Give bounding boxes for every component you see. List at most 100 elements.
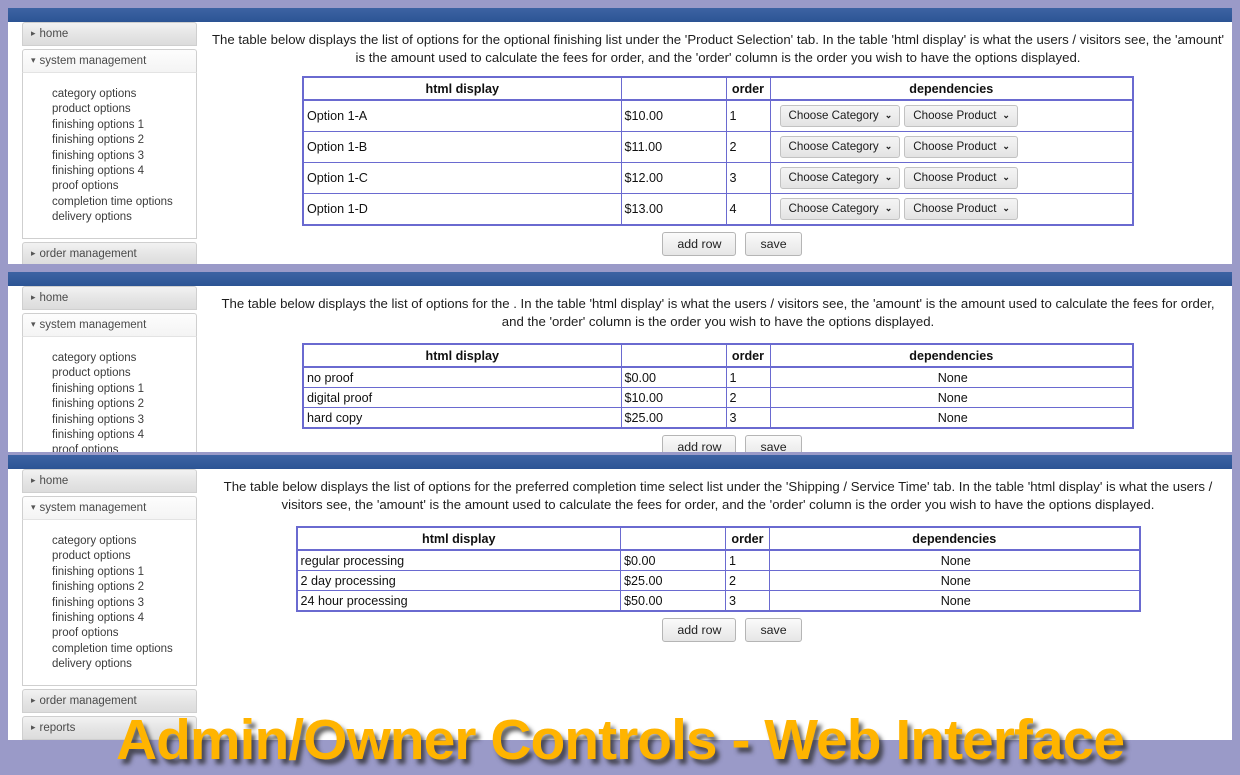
cell-amount[interactable]: $50.00	[620, 590, 726, 612]
col-order: order	[725, 343, 771, 368]
cell-html-display[interactable]: digital proof	[302, 387, 622, 408]
cell-html-display[interactable]: 2 day processing	[296, 570, 621, 591]
sidebar-subitem-proof-options[interactable]: proof options	[23, 443, 196, 452]
sidebar-subitem-finishing-options-4[interactable]: finishing options 4	[23, 428, 196, 443]
sidebar-subitem-finishing-options-4[interactable]: finishing options 4	[23, 164, 196, 179]
cell-order[interactable]: 2	[725, 131, 771, 163]
sidebar-subitem-finishing-options-4[interactable]: finishing options 4	[23, 611, 196, 626]
cell-amount[interactable]: $10.00	[620, 99, 727, 132]
sidebar-subitem-finishing-options-3[interactable]: finishing options 3	[23, 413, 196, 428]
cell-order[interactable]: 3	[725, 162, 771, 194]
sidebar-submenu-2: category options product options finishi…	[22, 336, 197, 452]
chevron-right-icon: ▸	[31, 28, 36, 38]
sidebar-subitem-finishing-options-3[interactable]: finishing options 3	[23, 596, 196, 611]
choose-product-dropdown[interactable]: Choose Product ⌄	[904, 105, 1018, 127]
content-1: The table below displays the list of opt…	[204, 22, 1232, 256]
panel-body-1: ▸ home ▾ system management category option…	[8, 22, 1232, 264]
sidebar-item-home[interactable]: ▸ home	[22, 286, 197, 310]
table-row: 2 day processing $25.00 2 None	[296, 570, 1140, 591]
sidebar-subitem-finishing-options-2[interactable]: finishing options 2	[23, 580, 196, 595]
choose-product-dropdown[interactable]: Choose Product ⌄	[904, 198, 1018, 220]
sidebar-item-order-management[interactable]: ▸ order management	[22, 688, 197, 713]
cell-amount[interactable]: $25.00	[620, 407, 727, 429]
save-button[interactable]: save	[745, 435, 802, 452]
choose-product-dropdown[interactable]: Choose Product ⌄	[904, 167, 1018, 189]
cell-html-display[interactable]: no proof	[302, 366, 622, 388]
cell-html-display[interactable]: Option 1-A	[302, 99, 622, 132]
sidebar-subitem-category-options[interactable]: category options	[23, 87, 196, 102]
cell-order[interactable]: 1	[725, 99, 771, 132]
chevron-down-icon: ⌄	[1002, 203, 1010, 213]
cell-order[interactable]: 3	[725, 590, 770, 612]
cell-html-display[interactable]: Option 1-D	[302, 193, 622, 226]
cell-html-display[interactable]: regular processing	[296, 549, 621, 571]
cell-amount[interactable]: $13.00	[620, 193, 727, 226]
choose-product-label: Choose Product	[913, 171, 997, 184]
cell-html-display[interactable]: hard copy	[302, 407, 622, 429]
sidebar-subitem-proof-options[interactable]: proof options	[23, 626, 196, 641]
sidebar-item-home[interactable]: ▸ home	[22, 469, 197, 493]
add-row-button[interactable]: add row	[662, 435, 737, 452]
choose-category-dropdown[interactable]: Choose Category ⌄	[779, 198, 901, 220]
cell-dependencies: None	[769, 366, 1134, 388]
cell-order[interactable]: 1	[725, 366, 771, 388]
cell-html-display[interactable]: 24 hour processing	[296, 590, 621, 612]
cell-amount[interactable]: $11.00	[620, 131, 727, 163]
sidebar-subitem-finishing-options-1[interactable]: finishing options 1	[23, 118, 196, 133]
cell-amount[interactable]: $12.00	[620, 162, 727, 194]
sidebar-item-order-management[interactable]: ▸ order management	[22, 241, 197, 264]
col-html-display: html display	[302, 343, 622, 368]
sidebar-subitem-category-options[interactable]: category options	[23, 351, 196, 366]
sidebar-subitem-delivery-options[interactable]: delivery options	[23, 657, 196, 672]
choose-category-dropdown[interactable]: Choose Category ⌄	[779, 136, 901, 158]
cell-amount[interactable]: $10.00	[620, 387, 727, 408]
cell-html-display[interactable]: Option 1-C	[302, 162, 622, 194]
sidebar-subitem-product-options[interactable]: product options	[23, 549, 196, 564]
sidebar-subitem-completion-time-options[interactable]: completion time options	[23, 195, 196, 210]
table-row: digital proof $10.00 2 None	[302, 387, 1134, 408]
save-button[interactable]: save	[745, 232, 802, 256]
panel-proof-options: ▸ home ▾ system management category option…	[8, 272, 1232, 452]
sidebar-subitem-finishing-options-2[interactable]: finishing options 2	[23, 397, 196, 412]
col-amount	[620, 343, 727, 368]
cell-amount[interactable]: $0.00	[620, 549, 726, 571]
cell-amount[interactable]: $25.00	[620, 570, 726, 591]
sidebar-subitem-finishing-options-1[interactable]: finishing options 1	[23, 382, 196, 397]
sidebar-item-system-management[interactable]: ▾ system management	[22, 49, 197, 72]
cell-order[interactable]: 1	[725, 549, 770, 571]
sidebar-subitem-finishing-options-2[interactable]: finishing options 2	[23, 133, 196, 148]
table-row: Option 1-C $12.00 3 Choose Category ⌄ Cho…	[302, 162, 1134, 194]
cell-order[interactable]: 4	[725, 193, 771, 226]
add-row-button[interactable]: add row	[662, 232, 737, 256]
cell-html-display[interactable]: Option 1-B	[302, 131, 622, 163]
sidebar-item-system-management[interactable]: ▾ system management	[22, 496, 197, 519]
choose-category-dropdown[interactable]: Choose Category ⌄	[779, 167, 901, 189]
cell-order[interactable]: 2	[725, 570, 770, 591]
sidebar-subitem-category-options[interactable]: category options	[23, 534, 196, 549]
sidebar-subitem-completion-time-options[interactable]: completion time options	[23, 642, 196, 657]
choose-category-dropdown[interactable]: Choose Category ⌄	[779, 105, 901, 127]
sidebar-subitem-product-options[interactable]: product options	[23, 102, 196, 117]
sidebar-item-system-management-label: system management	[39, 502, 147, 514]
add-row-button[interactable]: add row	[662, 618, 737, 642]
choose-category-label: Choose Category	[788, 202, 879, 215]
choose-product-dropdown[interactable]: Choose Product ⌄	[904, 136, 1018, 158]
cell-order[interactable]: 3	[725, 407, 771, 429]
col-html-display: html display	[302, 76, 622, 101]
sidebar-subitem-delivery-options[interactable]: delivery options	[23, 210, 196, 225]
sidebar-item-system-management[interactable]: ▾ system management	[22, 313, 197, 336]
button-row-1: add row save	[204, 226, 1232, 256]
cell-order[interactable]: 2	[725, 387, 771, 408]
cell-dependencies: Choose Category ⌄ Choose Product ⌄	[769, 131, 1134, 163]
save-button[interactable]: save	[745, 618, 802, 642]
sidebar-subitem-product-options[interactable]: product options	[23, 366, 196, 381]
panel-completion-time-options: ▸ home ▾ system management category option…	[8, 455, 1232, 740]
sidebar-subitem-finishing-options-3[interactable]: finishing options 3	[23, 149, 196, 164]
sidebar-item-reports[interactable]: ▸ reports	[22, 715, 197, 740]
sidebar-subitem-proof-options[interactable]: proof options	[23, 179, 196, 194]
cell-amount[interactable]: $0.00	[620, 366, 727, 388]
sidebar-subitem-finishing-options-1[interactable]: finishing options 1	[23, 565, 196, 580]
sidebar-item-home[interactable]: ▸ home	[22, 22, 197, 46]
choose-product-label: Choose Product	[913, 202, 997, 215]
table-row: Option 1-D $13.00 4 Choose Category ⌄ Cho…	[302, 193, 1134, 226]
